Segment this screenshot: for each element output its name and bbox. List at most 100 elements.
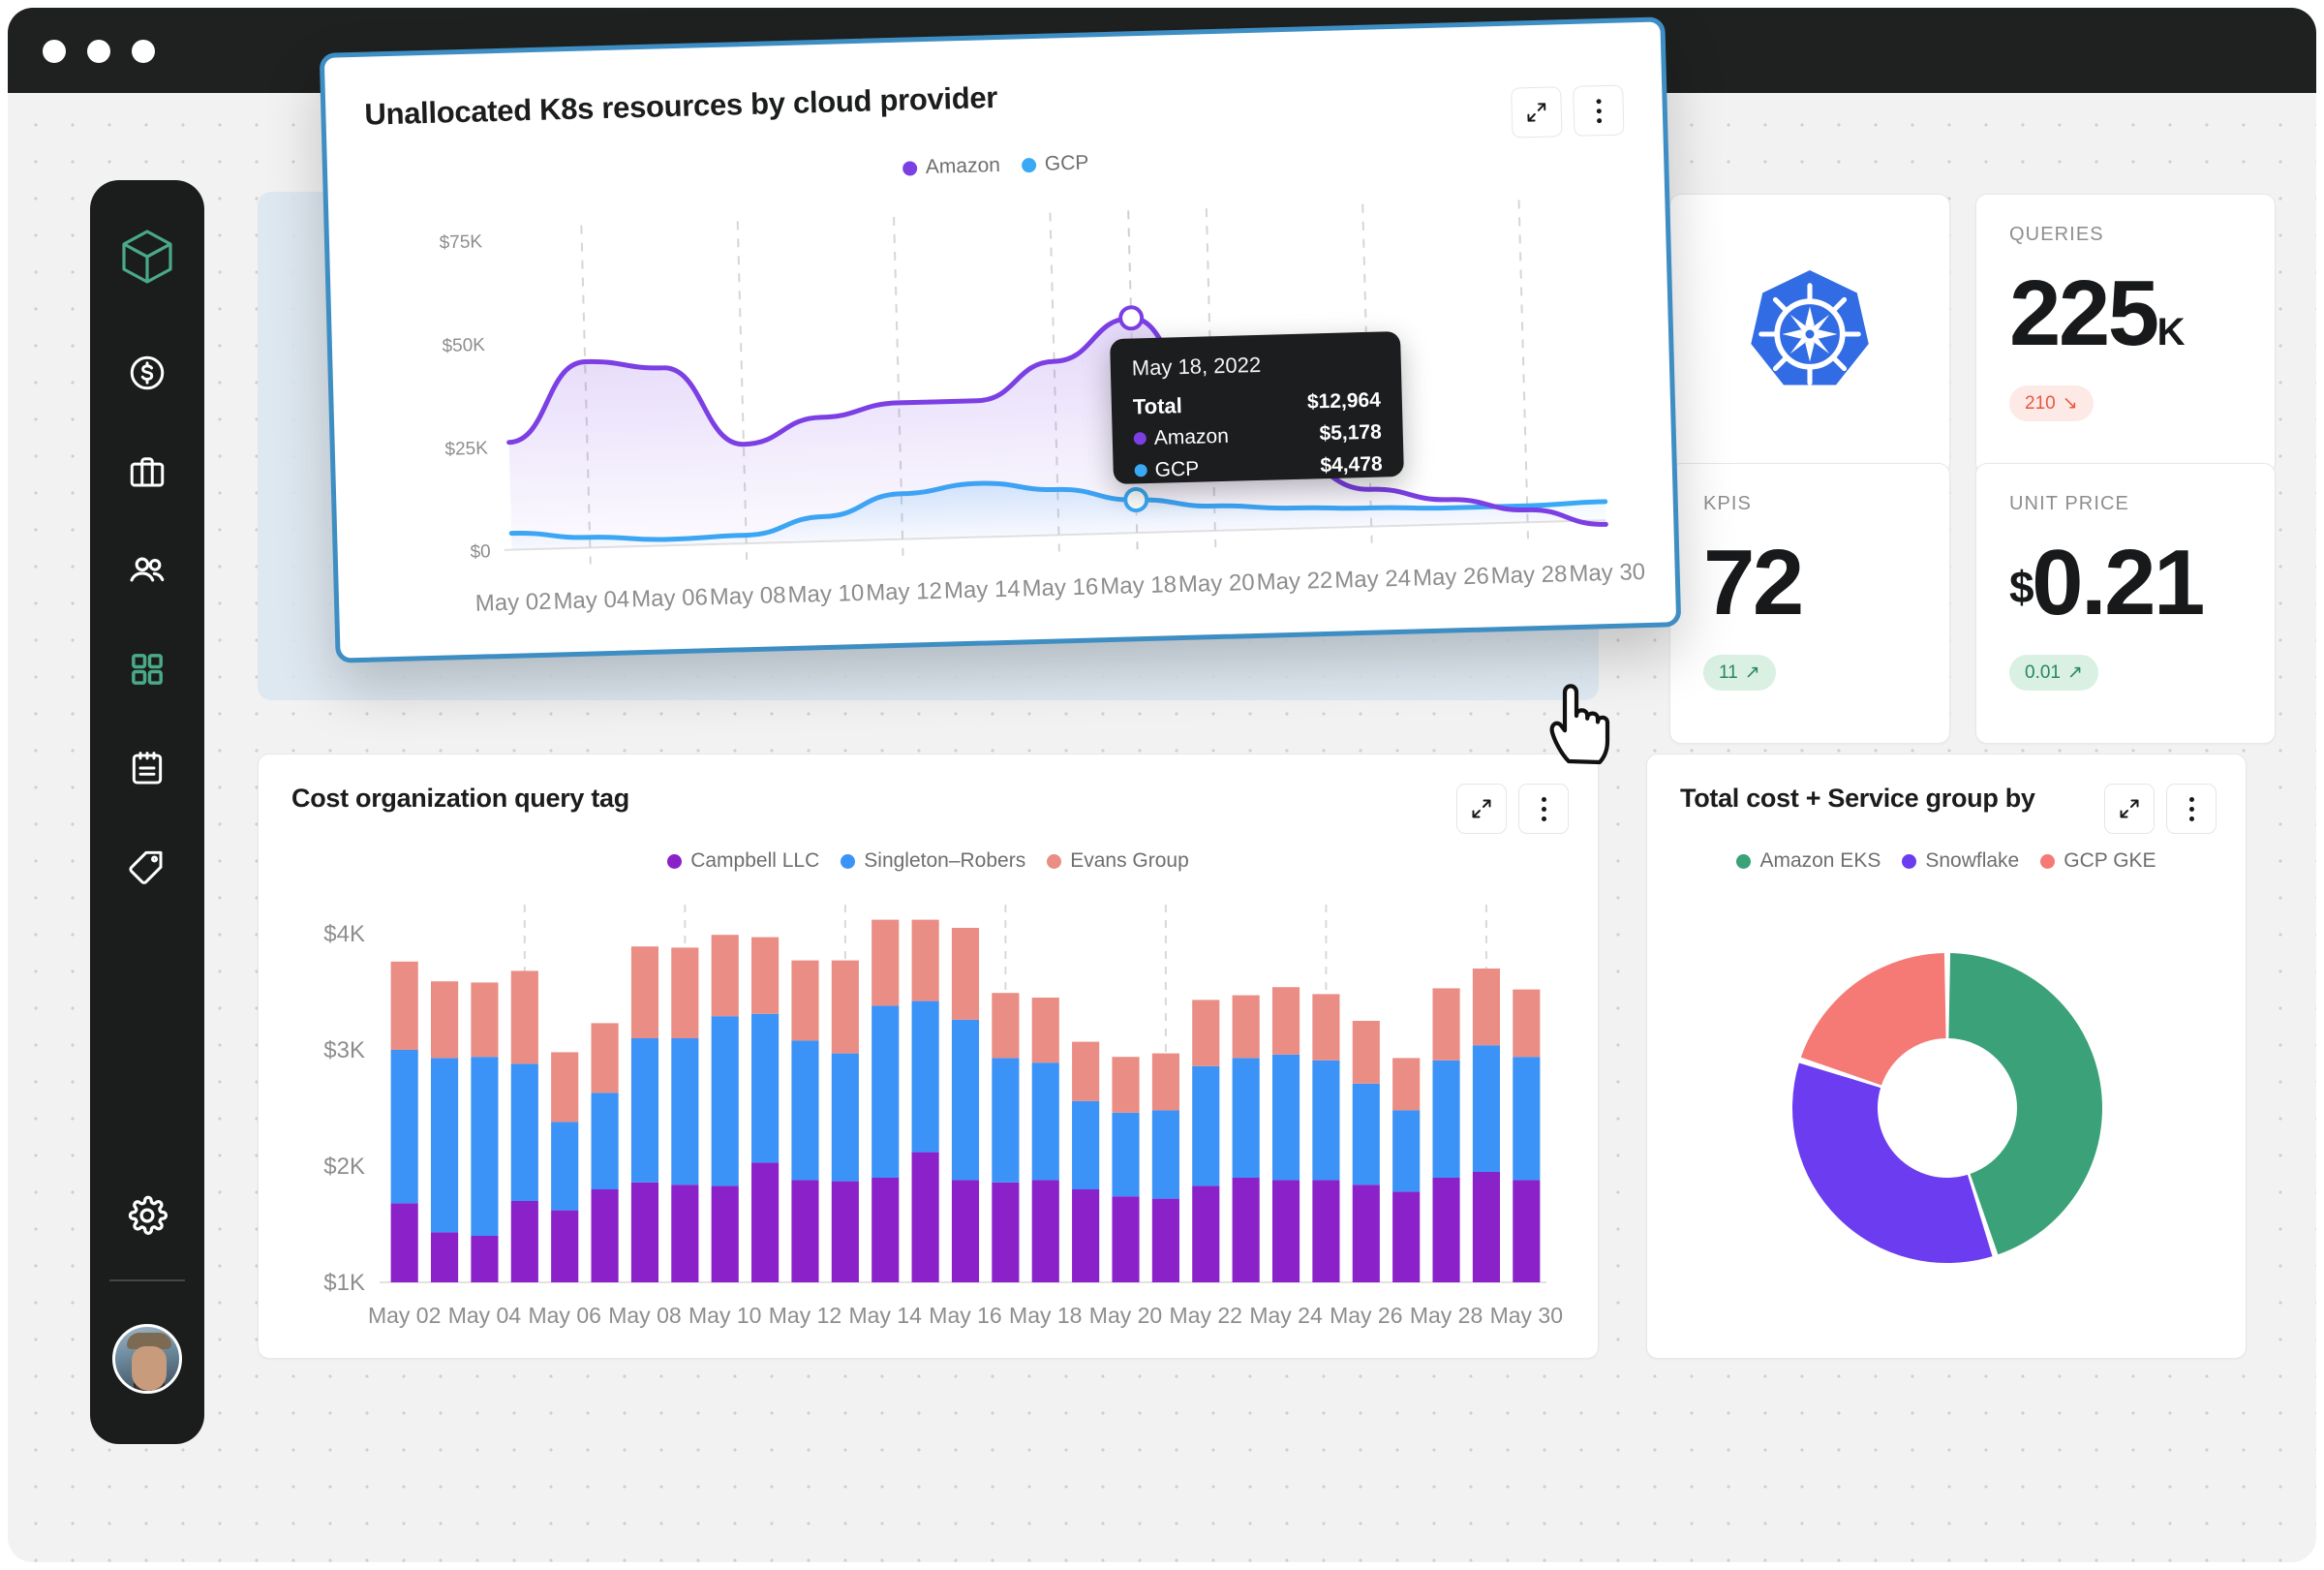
- queries-trend-badge: 210 ↘: [2009, 385, 2094, 421]
- svg-text:May 08: May 08: [608, 1303, 681, 1328]
- bar-card-legend: Campbell LLC Singleton–Robers Evans Grou…: [259, 849, 1598, 873]
- legend-item-singleton[interactable]: Singleton–Robers: [841, 849, 1025, 873]
- tooltip-amazon-label: Amazon: [1133, 424, 1229, 450]
- svg-text:May 12: May 12: [769, 1303, 841, 1328]
- sidebar-item-portfolio[interactable]: [116, 441, 178, 503]
- donut-card-expand-button[interactable]: [2104, 784, 2155, 834]
- kubernetes-icon: [1751, 270, 1869, 385]
- sidebar-item-reports[interactable]: [116, 737, 178, 799]
- expand-icon: [1472, 799, 1491, 818]
- cost-organization-query-tag-card: Cost organization query tag Campbell LLC…: [258, 754, 1599, 1359]
- svg-text:$0: $0: [470, 541, 491, 563]
- kpis-trend-value: 11: [1719, 662, 1738, 683]
- svg-text:$25K: $25K: [444, 439, 488, 460]
- svg-text:May 22: May 22: [1256, 568, 1332, 596]
- app-window: QUERIES 225K 210 ↘ KPIs 72 11 ↗ UNIT PRI…: [8, 8, 2316, 1562]
- bar-card-menu-button[interactable]: [1518, 784, 1569, 834]
- svg-text:May 14: May 14: [849, 1303, 923, 1328]
- svg-text:May 10: May 10: [787, 580, 864, 608]
- gear-icon[interactable]: [116, 1185, 178, 1247]
- donut-card-title: Total cost + Service group by: [1680, 784, 2035, 813]
- queries-trend-value: 210: [2025, 392, 2056, 414]
- svg-text:$2K: $2K: [323, 1154, 365, 1180]
- svg-text:$1K: $1K: [323, 1270, 365, 1296]
- arrow-up-right-icon: ↗: [2066, 662, 2083, 683]
- sidebar-bottom: [90, 1185, 204, 1444]
- svg-text:May 06: May 06: [631, 584, 708, 612]
- sidebar: [90, 180, 204, 1444]
- svg-text:May 20: May 20: [1089, 1303, 1162, 1328]
- svg-text:$75K: $75K: [439, 231, 482, 253]
- currency-symbol: $: [2009, 562, 2034, 612]
- svg-text:May 26: May 26: [1330, 1303, 1402, 1328]
- queries-kpi-card: QUERIES 225K 210 ↘: [1975, 194, 2276, 475]
- unit-price-trend-value: 0.01: [2025, 662, 2061, 683]
- legend-item-gcp[interactable]: GCP: [1021, 151, 1089, 176]
- sidebar-nav: [116, 342, 178, 898]
- expand-icon: [1527, 103, 1546, 122]
- sidebar-item-teams[interactable]: [116, 539, 178, 601]
- arrow-up-right-icon: ↗: [1744, 662, 1760, 683]
- kpis-value: 72: [1703, 531, 1804, 634]
- tooltip-gcp-label: GCP: [1134, 457, 1199, 482]
- svg-text:$50K: $50K: [442, 335, 485, 356]
- svg-text:May 24: May 24: [1334, 566, 1411, 594]
- kebab-menu-icon: [2188, 796, 2194, 821]
- donut-chart-plot: [1792, 953, 2102, 1263]
- unit-price-kpi-card: UNIT PRICE $0.21 0.01 ↗: [1975, 463, 2276, 744]
- window-close-button[interactable]: [43, 40, 66, 63]
- kebab-menu-icon: [1541, 796, 1546, 821]
- svg-text:May 30: May 30: [1569, 559, 1645, 587]
- svg-text:May 16: May 16: [1022, 573, 1098, 601]
- donut-card-menu-button[interactable]: [2166, 784, 2217, 834]
- svg-text:May 24: May 24: [1249, 1303, 1323, 1328]
- sidebar-item-dashboard[interactable]: [116, 638, 178, 700]
- bar-card-expand-button[interactable]: [1456, 784, 1507, 834]
- donut-card-legend: Amazon EKS Snowflake GCP GKE: [1647, 849, 2246, 873]
- queries-value-suffix: K: [2156, 311, 2186, 354]
- svg-text:May 16: May 16: [929, 1303, 1001, 1328]
- svg-text:May 02: May 02: [474, 589, 551, 617]
- svg-text:May 18: May 18: [1100, 571, 1177, 600]
- kpis-label: KPIs: [1703, 493, 1752, 514]
- sidebar-item-billing[interactable]: [116, 342, 178, 404]
- svg-text:$4K: $4K: [323, 921, 365, 947]
- svg-text:May 28: May 28: [1410, 1303, 1483, 1328]
- tooltip-date: May 18, 2022: [1131, 352, 1262, 381]
- drag-card-expand-button[interactable]: [1511, 86, 1563, 139]
- total-cost-service-group-card: Total cost + Service group by Amazon EKS…: [1646, 754, 2247, 1359]
- bar-chart-plot: $1K $2K $3K $4K May 02 May 04 May 06 May 08 May …: [323, 905, 1563, 1328]
- avatar[interactable]: [112, 1324, 182, 1394]
- unallocated-k8s-card[interactable]: Unallocated K8s resources by cloud provi…: [319, 16, 1682, 663]
- svg-text:May 10: May 10: [688, 1303, 761, 1328]
- svg-text:May 04: May 04: [448, 1303, 522, 1328]
- sidebar-item-tags[interactable]: [116, 836, 178, 898]
- expand-icon: [2120, 799, 2139, 818]
- drag-card-menu-button[interactable]: [1573, 84, 1625, 137]
- arrow-down-right-icon: ↘: [2062, 393, 2078, 414]
- kpis-kpi-card: KPIs 72 11 ↗: [1669, 463, 1950, 744]
- queries-label: QUERIES: [2009, 224, 2104, 245]
- legend-item-snowflake[interactable]: Snowflake: [1902, 849, 2019, 873]
- svg-text:May 26: May 26: [1413, 563, 1489, 591]
- tooltip-total-value: $12,964: [1306, 388, 1382, 414]
- tooltip-total-label: Total: [1132, 392, 1183, 418]
- kebab-menu-icon: [1595, 98, 1602, 123]
- legend-item-gcp-gke[interactable]: GCP GKE: [2040, 849, 2156, 873]
- window-minimize-button[interactable]: [87, 40, 110, 63]
- legend-item-evans[interactable]: Evans Group: [1047, 849, 1189, 873]
- legend-item-campbell[interactable]: Campbell LLC: [667, 849, 819, 873]
- svg-text:May 14: May 14: [944, 576, 1021, 604]
- svg-text:May 28: May 28: [1490, 561, 1567, 589]
- kubernetes-logo-card: [1669, 194, 1950, 475]
- drag-card-title: Unallocated K8s resources by cloud provi…: [363, 79, 998, 132]
- queries-value: 225K: [2009, 262, 2186, 365]
- window-maximize-button[interactable]: [132, 40, 155, 63]
- legend-item-amazon-eks[interactable]: Amazon EKS: [1736, 849, 1881, 873]
- svg-text:May 04: May 04: [553, 586, 629, 614]
- svg-text:May 08: May 08: [710, 582, 786, 610]
- kpis-trend-badge: 11 ↗: [1703, 655, 1776, 691]
- cube-logo-icon[interactable]: [117, 227, 177, 292]
- svg-text:May 02: May 02: [368, 1303, 441, 1328]
- legend-item-amazon[interactable]: Amazon: [902, 154, 1001, 180]
